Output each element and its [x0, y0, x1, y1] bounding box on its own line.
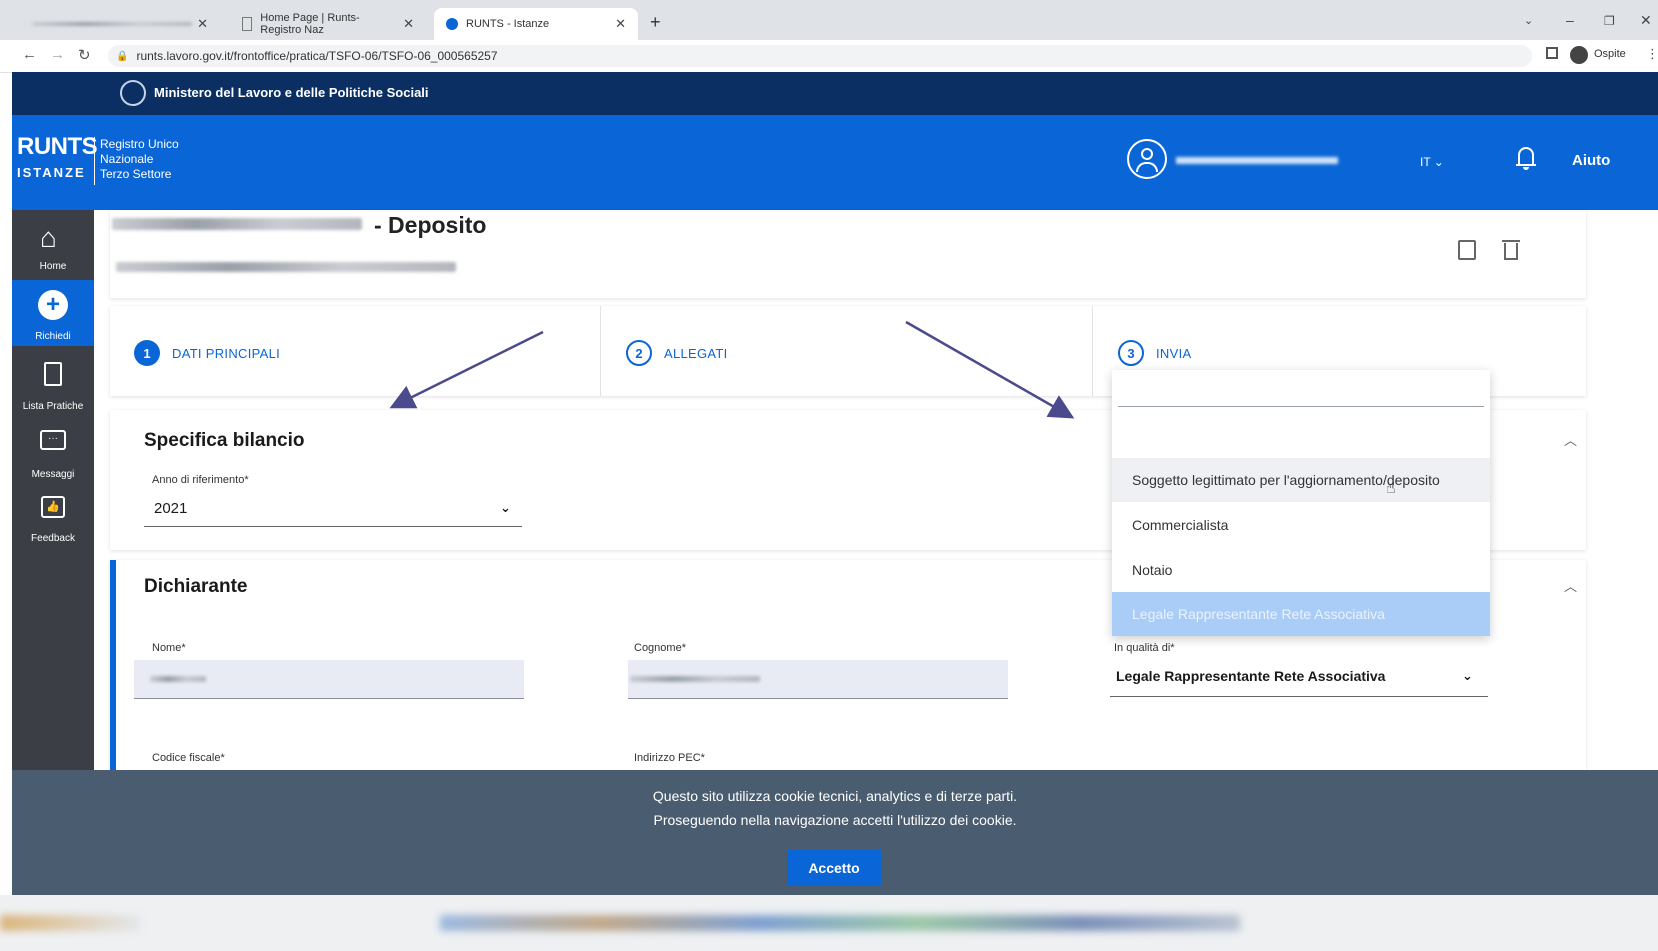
- annotation-arrow: [389, 330, 544, 409]
- accept-cookies-button[interactable]: Accetto: [787, 850, 881, 886]
- cookie-text-1: Questo sito utilizza cookie tecnici, ana…: [652, 788, 1018, 804]
- taskbar: [0, 895, 1658, 951]
- cookie-text-2: Proseguendo nella navigazione accetti l'…: [653, 812, 1017, 828]
- annotation-arrow: [905, 320, 1075, 419]
